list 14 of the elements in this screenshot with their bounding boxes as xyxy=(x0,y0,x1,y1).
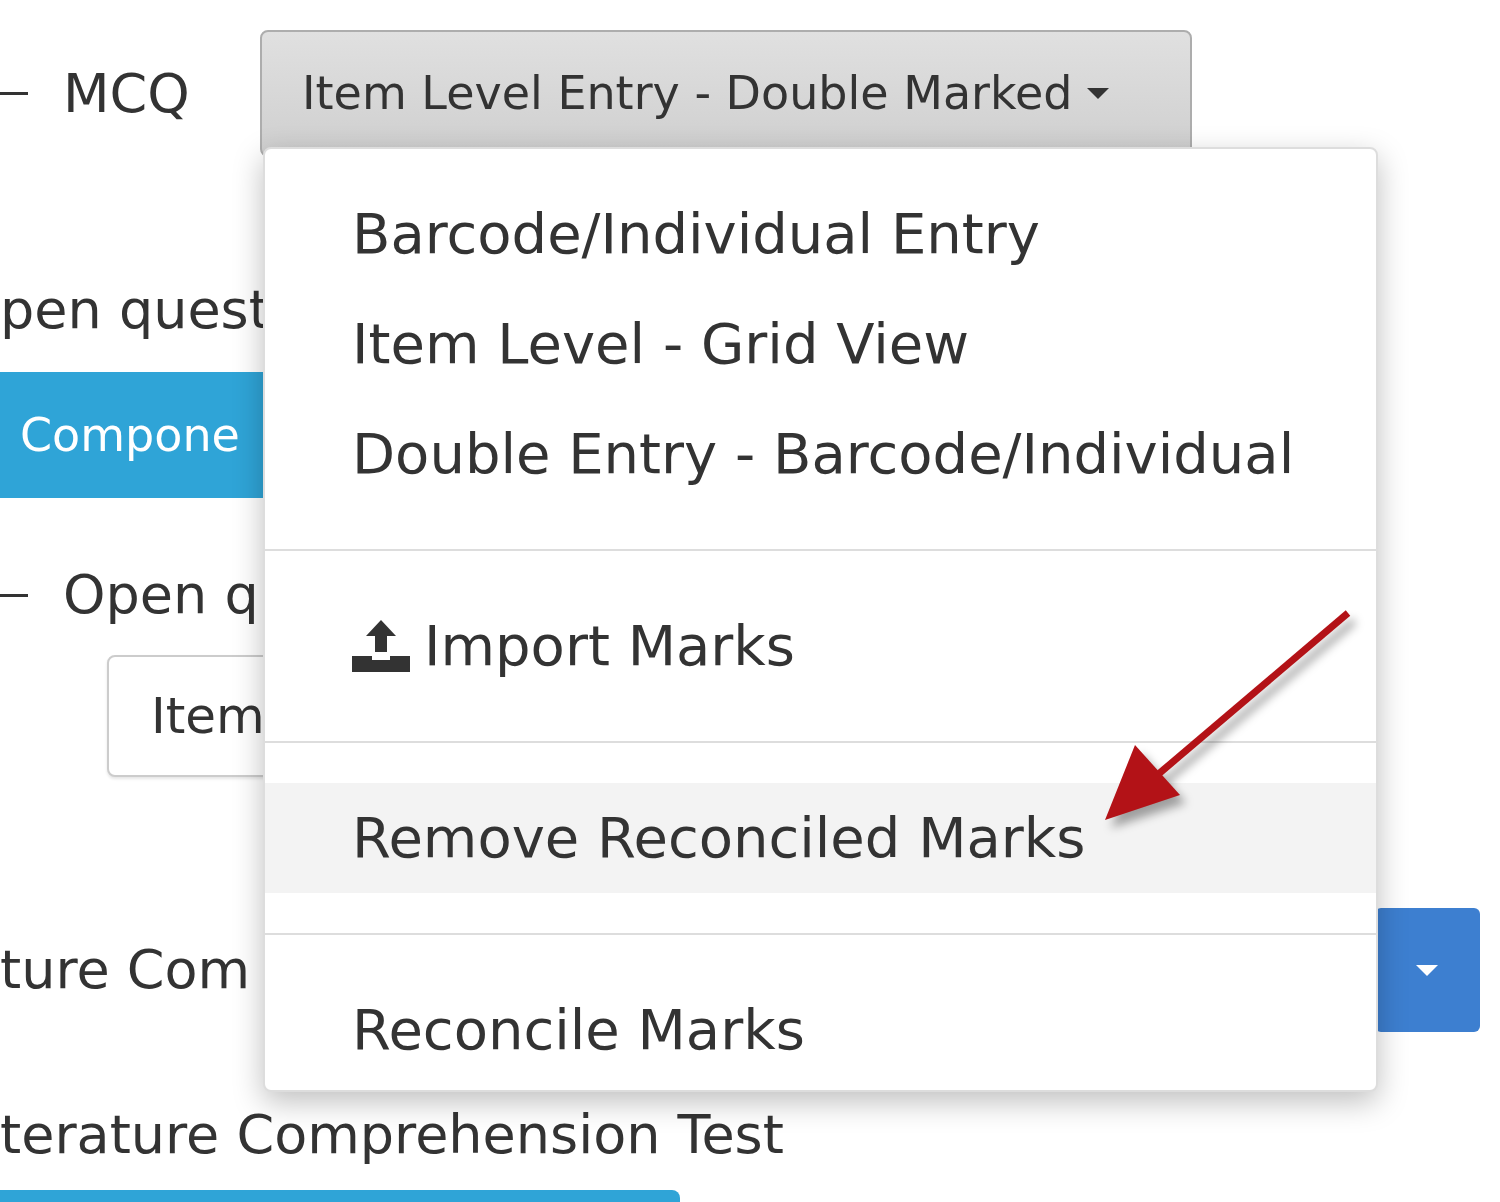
caret-icon xyxy=(1416,964,1438,976)
node-label: MCQ xyxy=(63,60,191,127)
section-title: terature Comprehension Test xyxy=(0,1102,784,1168)
caret-icon xyxy=(1086,88,1109,99)
entry-method-dropdown[interactable]: Item Level Entry - Double Marked xyxy=(260,30,1192,157)
menu-item[interactable]: Remove Reconciled Marks xyxy=(265,783,1376,893)
menu-item[interactable]: Reconcile Marks xyxy=(265,975,1376,1085)
node-label: Open q xyxy=(63,562,259,628)
upload-icon xyxy=(352,620,410,672)
tree-branch-line xyxy=(0,593,28,597)
menu-item[interactable]: Double Entry - Barcode/Individual xyxy=(265,399,1376,509)
tree-branch-line xyxy=(0,92,28,95)
section-title: ture Com xyxy=(0,937,251,1003)
dropdown-button[interactable] xyxy=(1375,908,1480,1032)
